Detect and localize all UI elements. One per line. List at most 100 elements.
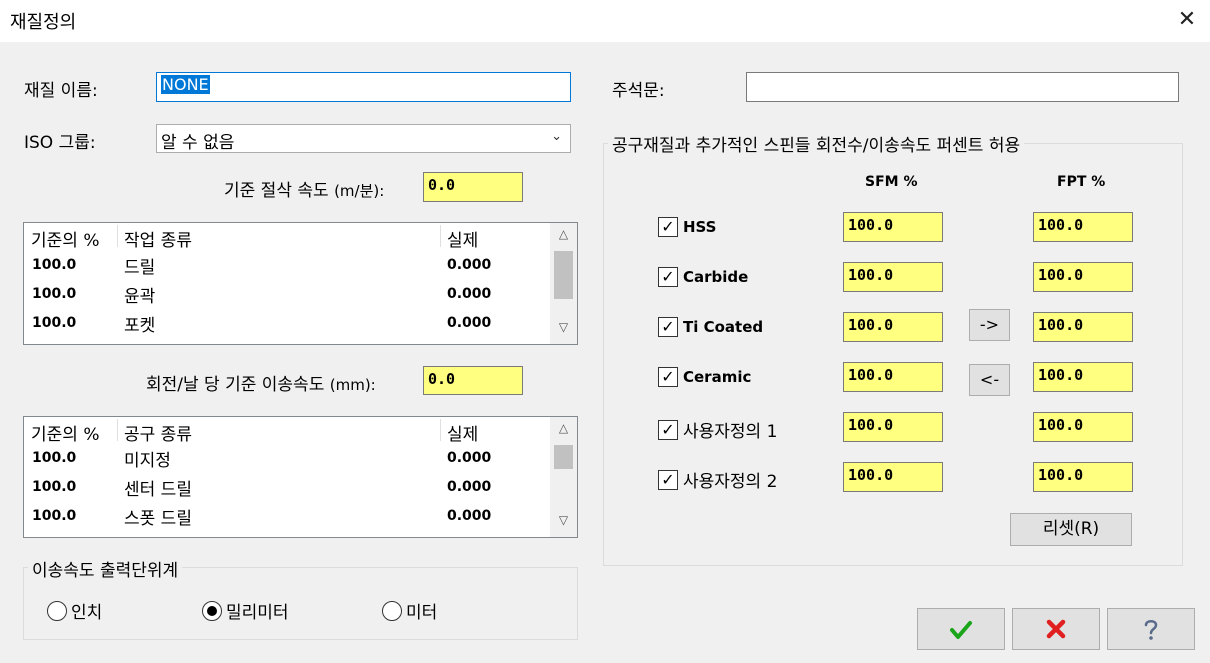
sfm-input-user-defined-1[interactable]: 100.0 [843,412,943,442]
sfm-header: SFM % [865,174,918,190]
row-actual: 0.000 [447,479,492,495]
header-actual[interactable]: 실제 [447,420,478,445]
row-name: 미지정 [124,451,171,471]
operation-list[interactable]: 기준의 % 작업 종류 실제 100.0 드릴 0.000 100.0 윤곽 0… [23,222,578,345]
iso-group-label: ISO 그룹: [24,133,96,153]
fpt-input-hss[interactable]: 100.0 [1033,212,1133,242]
row-name: 스폿 드릴 [124,509,192,529]
checkbox-user-defined-1[interactable]: ✓ 사용자정의 1 [658,417,777,442]
reset-button[interactable]: 리셋(R) [1010,513,1132,546]
iso-group-select[interactable]: 알 수 없음 ⌄ [156,124,571,153]
tool-material-group [603,143,1183,566]
vertical-scrollbar[interactable]: △ ▽ [550,223,577,344]
checkmark-icon: ✓ [658,419,678,440]
checkbox-user-defined-1-label: 사용자정의 1 [683,422,778,442]
table-row[interactable]: 100.0 윤곽 0.000 [24,280,577,309]
feed-input[interactable]: 0.0 [423,366,523,395]
cut-speed-label: 기준 절삭 속도 (m/분): [224,176,384,201]
radio-circle-icon [47,600,67,621]
table-row[interactable]: 100.0 스폿 드릴 0.000 [24,502,577,531]
checkmark-icon: ✓ [658,317,678,337]
sfm-input-hss[interactable]: 100.0 [843,212,943,242]
fpt-input-ti-coated[interactable]: 100.0 [1033,312,1133,342]
fpt-header: FPT % [1057,174,1106,190]
column-divider [117,225,118,247]
radio-millimeter[interactable]: 밀리미터 [202,598,289,623]
comment-input[interactable] [746,72,1179,102]
x-icon [1046,619,1066,639]
radio-inch[interactable]: 인치 [47,598,102,623]
scroll-thumb[interactable] [554,251,573,299]
radio-millimeter-label: 밀리미터 [226,603,289,623]
cut-speed-input[interactable]: 0.0 [423,172,523,202]
checkmark-icon: ✓ [658,367,678,387]
row-name: 드릴 [124,258,156,278]
header-operation-type[interactable]: 작업 종류 [124,226,192,251]
scroll-down-icon[interactable]: ▽ [550,513,577,535]
row-actual: 0.000 [447,257,492,273]
scroll-thumb[interactable] [554,445,573,469]
table-row[interactable]: 100.0 센터 드릴 0.000 [24,473,577,502]
row-name: 윤곽 [124,287,156,307]
table-row[interactable]: 100.0 드릴 0.000 [24,251,577,280]
table-row[interactable]: 100.0 포켓 0.000 [24,309,577,338]
row-percent: 100.0 [32,508,77,524]
row-name: 포켓 [124,316,156,336]
comment-label: 주석문: [612,81,665,101]
checkbox-user-defined-2-label: 사용자정의 2 [683,472,778,492]
header-tool-type[interactable]: 공구 종류 [124,420,192,445]
vertical-scrollbar[interactable]: △ ▽ [550,417,577,537]
table-row[interactable]: 100.0 미지정 0.000 [24,444,577,473]
copy-left-button[interactable]: <- [969,364,1010,396]
row-percent: 100.0 [32,450,77,466]
fpt-input-carbide[interactable]: 100.0 [1033,262,1133,292]
radio-selected-icon [202,600,222,621]
row-percent: 100.0 [32,286,77,302]
checkbox-ti-coated[interactable]: ✓ Ti Coated [658,317,763,337]
header-percent[interactable]: 기준의 % [31,226,99,251]
scroll-down-icon[interactable]: ▽ [550,320,577,342]
checkmark-icon: ✓ [658,267,678,287]
sfm-input-carbide[interactable]: 100.0 [843,262,943,292]
checkbox-ceramic[interactable]: ✓ Ceramic [658,367,751,387]
column-divider [440,419,441,441]
operation-list-header: 기준의 % 작업 종류 실제 [24,223,577,251]
row-actual: 0.000 [447,315,492,331]
material-name-input[interactable]: NONE [156,72,571,102]
copy-right-button[interactable]: -> [969,309,1010,341]
sfm-input-ti-coated[interactable]: 100.0 [843,312,943,342]
sfm-input-user-defined-2[interactable]: 100.0 [843,462,943,492]
scroll-up-icon[interactable]: △ [550,421,577,443]
iso-group-value: 알 수 없음 [161,133,235,153]
scroll-up-icon[interactable]: △ [550,227,577,249]
feed-label-text: 회전/날 당 기준 이송속도 [146,375,330,395]
checkbox-hss[interactable]: ✓ HSS [658,217,717,237]
checkbox-carbide[interactable]: ✓ Carbide [658,267,748,287]
feed-label: 회전/날 당 기준 이송속도 (mm): [146,370,376,395]
cut-speed-unit: (m/분): [334,182,385,200]
window-title: 재질정의 [10,12,77,33]
checkbox-ceramic-label: Ceramic [683,368,752,386]
help-button[interactable] [1107,608,1195,650]
header-percent[interactable]: 기준의 % [31,420,99,445]
cut-speed-label-text: 기준 절삭 속도 [224,181,335,201]
radio-meter-label: 미터 [406,603,438,623]
fpt-input-user-defined-2[interactable]: 100.0 [1033,462,1133,492]
checkmark-icon: ✓ [658,217,678,237]
radio-meter[interactable]: 미터 [382,598,437,623]
fpt-input-ceramic[interactable]: 100.0 [1033,362,1133,392]
sfm-input-ceramic[interactable]: 100.0 [843,362,943,392]
tool-list[interactable]: 기준의 % 공구 종류 실제 100.0 미지정 0.000 100.0 센터 … [23,416,578,538]
ok-button[interactable] [917,608,1005,650]
cancel-button[interactable] [1012,608,1100,650]
feed-units-group-label: 이송속도 출력단위계 [28,556,183,581]
feed-unit: (mm): [329,376,376,394]
radio-circle-icon [382,600,402,621]
checkbox-user-defined-2[interactable]: ✓ 사용자정의 2 [658,467,777,492]
row-percent: 100.0 [32,257,77,273]
question-icon [1144,620,1158,640]
close-icon[interactable]: ✕ [1164,0,1210,42]
header-actual[interactable]: 실제 [447,226,478,251]
fpt-input-user-defined-1[interactable]: 100.0 [1033,412,1133,442]
material-name-value: NONE [161,75,210,94]
